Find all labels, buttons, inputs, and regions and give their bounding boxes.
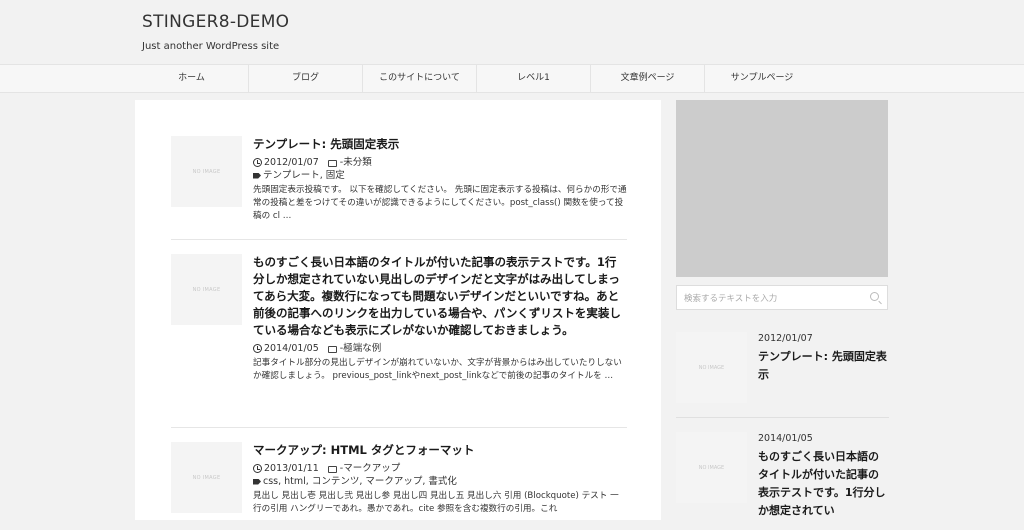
recent-post-thumbnail[interactable]: NO IMAGE <box>676 332 747 403</box>
site-header: STINGER8-DEMO Just another WordPress sit… <box>0 0 1024 64</box>
recent-post-item: NO IMAGE 2012/01/07 テンプレート: 先頭固定表示 <box>676 330 889 410</box>
recent-post-thumbnail[interactable]: NO IMAGE <box>676 432 747 503</box>
post-excerpt: 見出し 見出し壱 見出し弐 見出し参 見出し四 見出し五 見出し六 引用 (Bl… <box>253 491 619 514</box>
post-thumbnail[interactable]: NO IMAGE <box>171 442 242 513</box>
folder-icon <box>327 345 337 353</box>
search-box <box>676 285 888 311</box>
post-category[interactable]: 極端な例 <box>343 342 381 355</box>
nav-item-home[interactable]: ホーム <box>135 65 249 92</box>
no-image-label: NO IMAGE <box>192 474 221 481</box>
no-image-label: NO IMAGE <box>192 168 221 175</box>
nav-item-sample-page[interactable]: サンプルページ <box>705 65 819 92</box>
post-date: 2012/01/07 <box>264 157 319 168</box>
recent-post-title[interactable]: テンプレート: 先頭固定表示 <box>758 348 889 384</box>
clock-icon <box>253 344 262 353</box>
recent-post-item: NO IMAGE 2014/01/05 ものすごく長い日本語のタイトルが付いた記… <box>676 430 889 530</box>
tag-icon <box>253 478 261 485</box>
post-date: 2014/01/05 <box>264 343 319 354</box>
search-input[interactable] <box>677 287 871 311</box>
post-item: NO IMAGE ものすごく長い日本語のタイトルが付いた記事の表示テストです。1… <box>171 254 627 414</box>
main-navigation: ホーム ブログ このサイトについて レベル1 文章例ページ サンプルページ <box>0 64 1024 93</box>
no-image-label: NO IMAGE <box>698 464 725 471</box>
nav-item-sample-text[interactable]: 文章例ページ <box>591 65 705 92</box>
folder-icon <box>327 465 337 473</box>
post-thumbnail[interactable]: NO IMAGE <box>171 254 242 325</box>
site-title[interactable]: STINGER8-DEMO <box>142 12 289 32</box>
folder-icon <box>327 159 337 167</box>
ad-placeholder <box>676 100 888 277</box>
no-image-label: NO IMAGE <box>698 364 725 371</box>
post-tags[interactable]: css, html, コンテンツ, マークアップ, 書式化 <box>263 475 457 488</box>
post-category[interactable]: マークアップ <box>343 462 400 475</box>
nav-item-blog[interactable]: ブログ <box>249 65 363 92</box>
post-date: 2013/01/11 <box>264 463 319 474</box>
clock-icon <box>253 158 262 167</box>
no-image-label: NO IMAGE <box>192 286 221 293</box>
post-category[interactable]: 未分類 <box>343 156 372 169</box>
post-title[interactable]: ものすごく長い日本語のタイトルが付いた記事の表示テストです。1行分しか想定されて… <box>253 254 627 339</box>
recent-post-divider <box>676 417 889 418</box>
post-divider <box>171 239 627 240</box>
post-list: NO IMAGE テンプレート: 先頭固定表示 2012/01/07 - 未分類 … <box>135 100 661 520</box>
clock-icon <box>253 464 262 473</box>
post-excerpt: 先頭固定表示投稿です。 以下を確認してください。 先頭に固定表示する投稿は、何ら… <box>253 185 627 221</box>
nav-item-level1[interactable]: レベル1 <box>477 65 591 92</box>
search-icon[interactable] <box>870 292 879 301</box>
recent-post-date: 2014/01/05 <box>758 433 813 444</box>
site-description: Just another WordPress site <box>142 41 280 52</box>
post-title[interactable]: テンプレート: 先頭固定表示 <box>253 136 627 153</box>
post-tags[interactable]: テンプレート, 固定 <box>263 169 345 182</box>
post-divider <box>171 427 627 428</box>
post-thumbnail[interactable]: NO IMAGE <box>171 136 242 207</box>
post-item: NO IMAGE マークアップ: HTML タグとフォーマット 2013/01/… <box>171 442 627 522</box>
tag-icon <box>253 172 261 179</box>
recent-post-title[interactable]: ものすごく長い日本語のタイトルが付いた記事の表示テストです。1行分しか想定されて… <box>758 448 889 520</box>
nav-item-about[interactable]: このサイトについて <box>363 65 477 92</box>
post-item: NO IMAGE テンプレート: 先頭固定表示 2012/01/07 - 未分類 … <box>171 136 627 231</box>
recent-post-date: 2012/01/07 <box>758 333 813 344</box>
post-title[interactable]: マークアップ: HTML タグとフォーマット <box>253 442 627 459</box>
post-excerpt: 記事タイトル部分の見出しデザインが崩れていないか、文字が背景からはみ出していたり… <box>253 358 622 381</box>
